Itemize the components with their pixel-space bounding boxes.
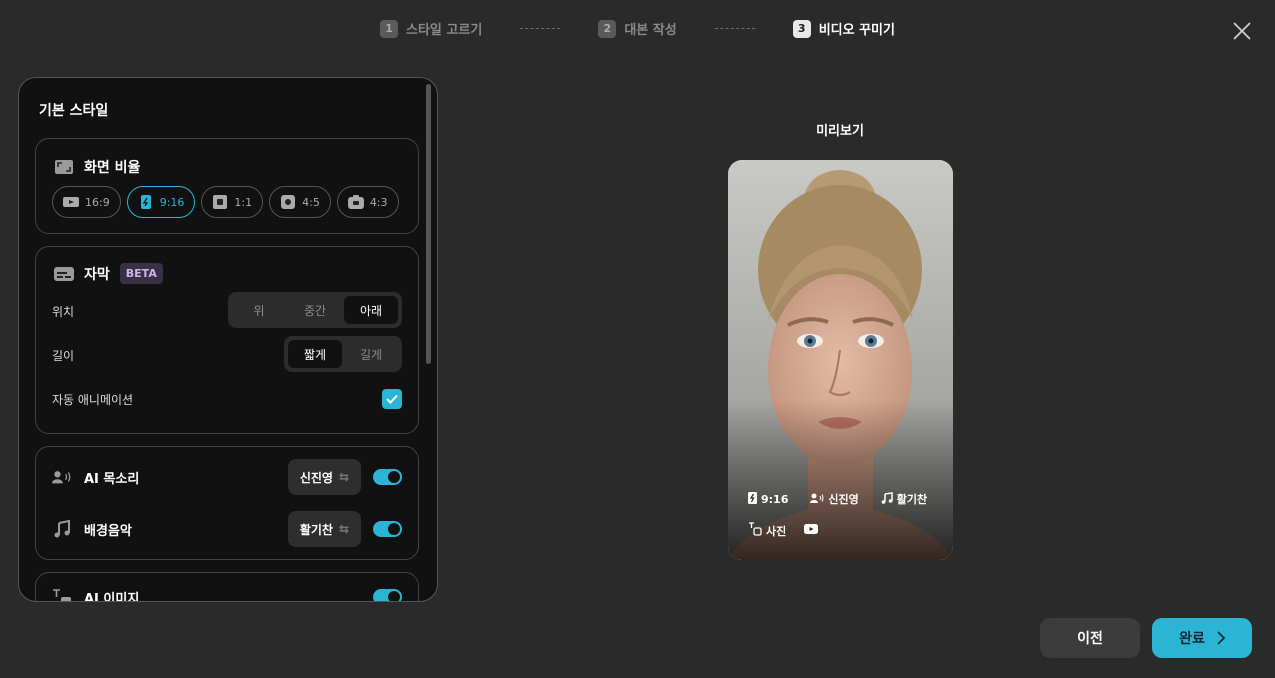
aspect-ratio-title: 화면 비율 (84, 160, 141, 176)
music-select-button[interactable]: 활기찬 ⇆ (287, 511, 361, 547)
preview-voice-tag: 신진영 (828, 493, 859, 506)
tv-icon (347, 195, 364, 209)
music-row: 배경음악 활기찬 ⇆ (52, 511, 402, 547)
step-divider (714, 28, 755, 29)
done-button[interactable]: 완료 (1152, 618, 1252, 658)
swap-icon: ⇆ (338, 470, 349, 484)
length-short-option[interactable]: 짧게 (288, 340, 342, 368)
voice-toggle[interactable] (373, 469, 402, 485)
photo-icon (748, 522, 762, 539)
voice-select-button[interactable]: 신진영 ⇆ (287, 459, 361, 495)
preview-ratio-tag: 9:16 (761, 492, 789, 506)
portrait-icon (138, 195, 154, 209)
ratio-label: 1:1 (234, 195, 253, 209)
ratio-1-1[interactable]: 1:1 (201, 186, 264, 218)
position-middle-option[interactable]: 중간 (288, 296, 342, 324)
ratio-label: 4:3 (369, 195, 388, 209)
ratio-4-5[interactable]: 4:5 (269, 186, 331, 218)
ai-image-icon (52, 589, 72, 601)
youtube-icon (804, 524, 819, 537)
panel-scrollbar[interactable] (426, 84, 431, 364)
voice-icon (810, 493, 824, 506)
auto-animation-checkbox[interactable] (382, 389, 402, 409)
close-icon (1233, 22, 1251, 40)
auto-animation-label: 자동 애니메이션 (52, 393, 134, 407)
style-panel: 기본 스타일 화면 비율 16:9 9:16 1:1 4:5 4:3 자막 BE… (18, 77, 438, 602)
subtitle-title: 자막 (84, 266, 110, 283)
step-divider (520, 28, 561, 29)
close-button[interactable] (1231, 20, 1253, 42)
voice-label: AI 목소리 (84, 471, 140, 487)
preview-music-tag: 활기찬 (896, 493, 928, 506)
previous-label: 이전 (1077, 631, 1103, 647)
music-toggle[interactable] (373, 521, 402, 537)
beta-badge: BETA (119, 263, 163, 284)
preview-phone: 9:16 신진영 활기찬 사진 (728, 160, 953, 560)
ai-image-card: AI 이미지 (35, 572, 419, 602)
step-2: 2 대본 작성 (598, 19, 677, 38)
music-value: 활기찬 (299, 522, 333, 537)
voice-music-card: AI 목소리 신진영 ⇆ 배경음악 활기찬 ⇆ (35, 446, 419, 560)
chevron-right-icon (1217, 631, 1225, 645)
position-top-option[interactable]: 위 (232, 296, 286, 324)
swap-icon: ⇆ (338, 522, 349, 536)
portrait-icon (748, 491, 757, 507)
length-long-option[interactable]: 길게 (344, 340, 398, 368)
position-label: 위치 (52, 305, 75, 319)
step-1: 1 스타일 고르기 (380, 19, 482, 38)
subtitle-icon (54, 266, 74, 282)
ratio-9-16[interactable]: 9:16 (126, 186, 196, 218)
ratio-label: 9:16 (159, 195, 185, 209)
preview-tags-row-1: 9:16 신진영 활기찬 (748, 491, 927, 507)
square-icon (212, 195, 228, 209)
length-label: 길이 (52, 349, 75, 363)
instagram-icon (280, 195, 296, 209)
stepper: 1 스타일 고르기 2 대본 작성 3 비디오 꾸미기 (0, 19, 1275, 38)
landscape-icon (63, 195, 79, 209)
ai-image-toggle[interactable] (373, 589, 402, 601)
position-segment: 위 중간 아래 (228, 292, 402, 328)
step-3: 3 비디오 꾸미기 (792, 19, 895, 38)
previous-button[interactable]: 이전 (1040, 618, 1140, 658)
step-number: 3 (792, 19, 811, 38)
ratio-label: 16:9 (85, 195, 110, 209)
preview-image-tag: 사진 (766, 524, 787, 538)
ai-image-row: AI 이미지 (52, 579, 402, 602)
check-icon (386, 394, 398, 404)
step-label: 비디오 꾸미기 (818, 23, 895, 38)
preview-tags-row-2: 사진 (748, 522, 819, 539)
subtitle-card: 자막 BETA 위치 위 중간 아래 길이 짧게 길게 자동 애니메이션 (35, 246, 419, 434)
voice-row: AI 목소리 신진영 ⇆ (52, 459, 402, 495)
music-label: 배경음악 (84, 523, 132, 539)
ratio-label: 4:5 (302, 195, 320, 209)
ai-image-label: AI 이미지 (84, 591, 140, 602)
music-note-icon (881, 491, 893, 507)
music-note-icon (52, 520, 72, 538)
position-bottom-option[interactable]: 아래 (344, 296, 398, 324)
length-segment: 짧게 길게 (284, 336, 402, 372)
aspect-ratio-icon (54, 159, 74, 175)
panel-title: 기본 스타일 (39, 103, 109, 119)
voice-icon (52, 469, 72, 485)
step-number: 2 (598, 19, 617, 38)
voice-value: 신진영 (299, 470, 333, 485)
done-label: 완료 (1179, 631, 1205, 647)
step-label: 대본 작성 (624, 23, 677, 38)
ratio-4-3[interactable]: 4:3 (336, 186, 399, 218)
step-number: 1 (380, 19, 399, 38)
aspect-ratio-card: 화면 비율 16:9 9:16 1:1 4:5 4:3 (35, 138, 419, 234)
step-label: 스타일 고르기 (406, 23, 483, 38)
ratio-16-9[interactable]: 16:9 (52, 186, 121, 218)
preview-title: 미리보기 (816, 124, 864, 139)
